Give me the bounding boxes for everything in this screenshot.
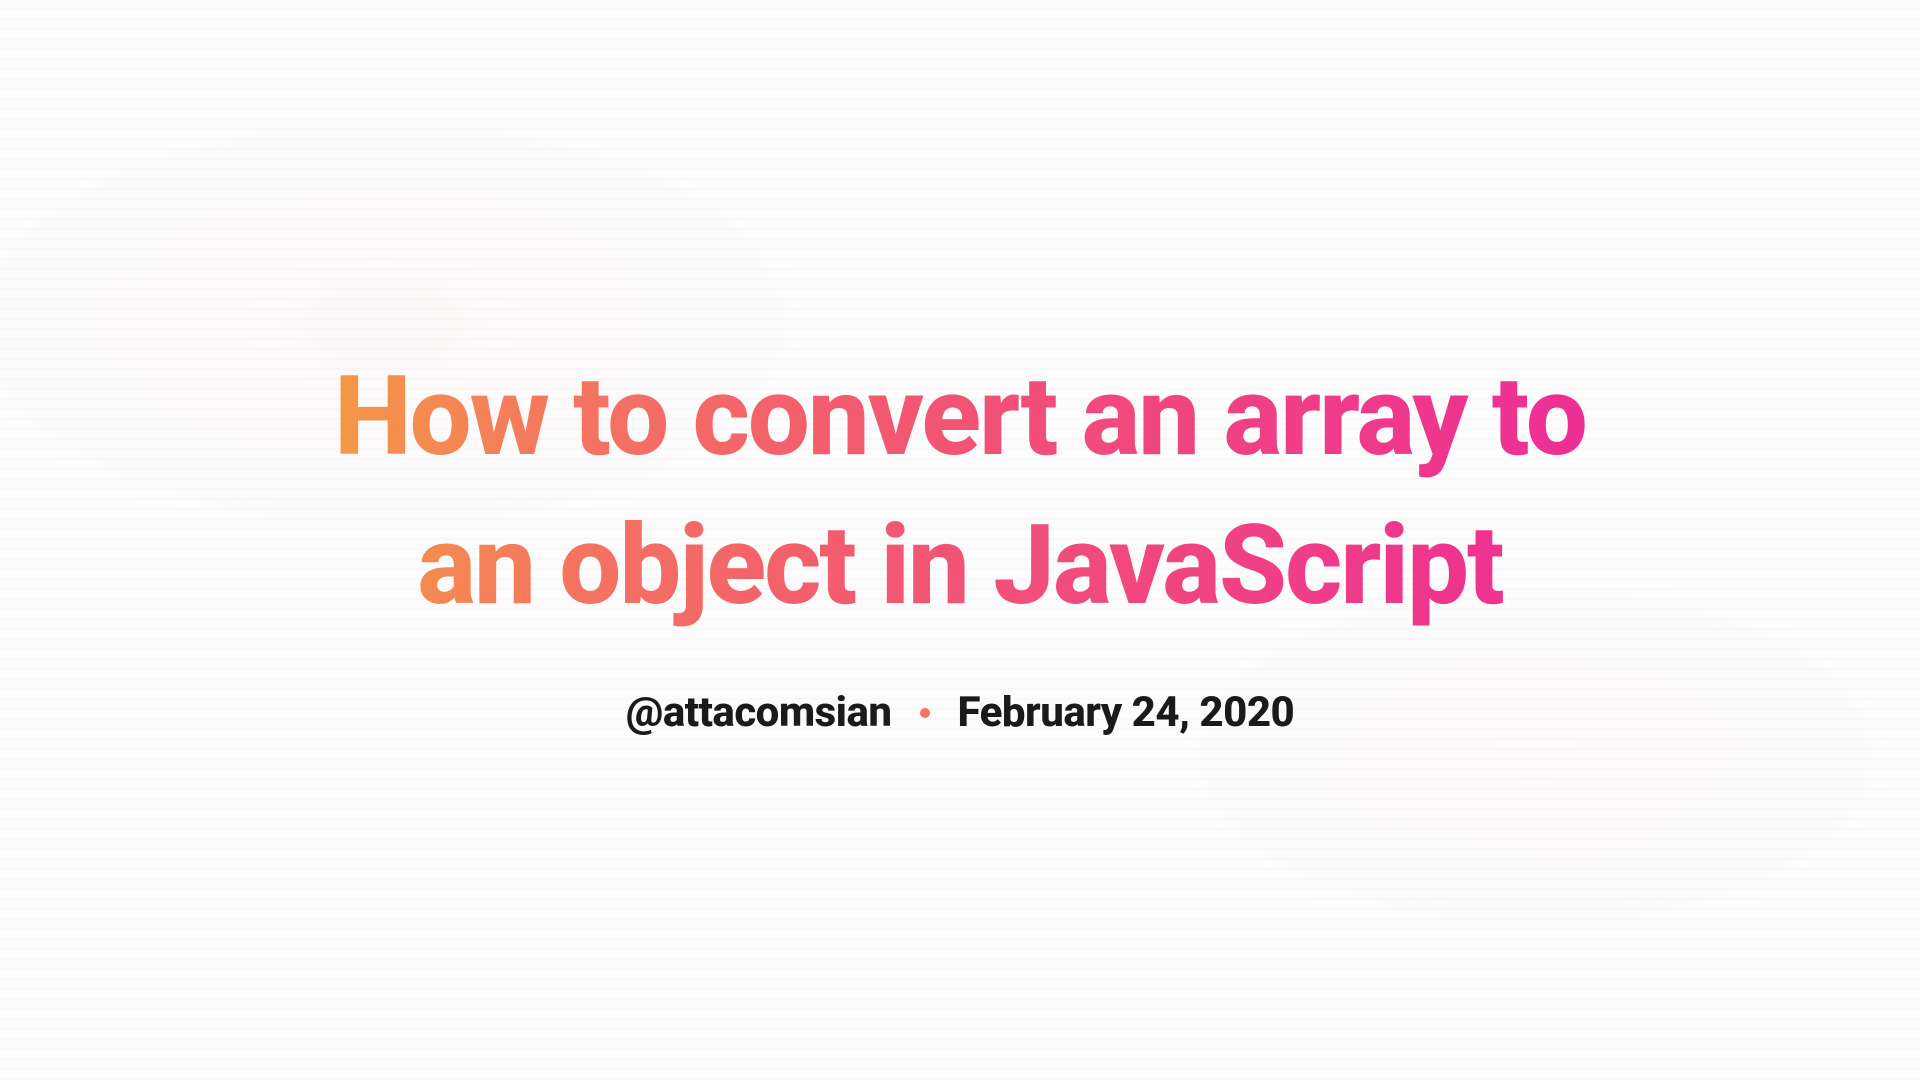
article-title: How to convert an array to an object in …	[300, 343, 1620, 640]
article-meta: @attacomsian February 24, 2020	[300, 688, 1620, 737]
publish-date: February 24, 2020	[958, 688, 1295, 737]
separator-dot	[920, 708, 930, 718]
author-handle: @attacomsian	[626, 688, 892, 737]
content-container: How to convert an array to an object in …	[260, 343, 1660, 737]
